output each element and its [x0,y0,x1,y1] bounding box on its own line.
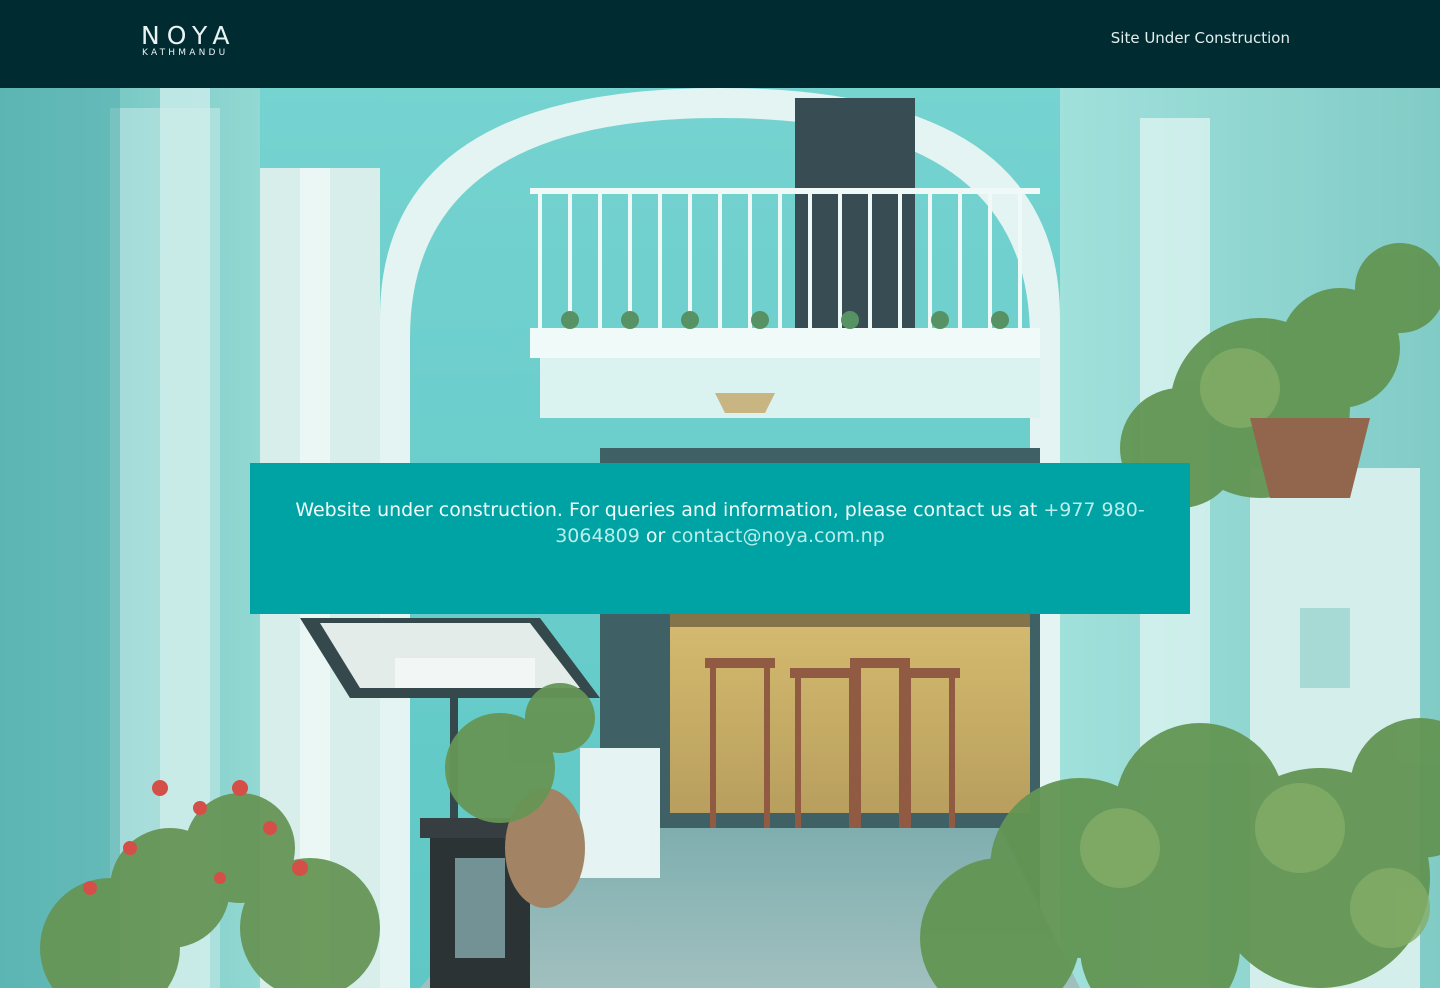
site-logo[interactable]: NOYA KATHMANDU [141,22,237,62]
logo-wordmark: NOYA [141,21,237,50]
logo-subtitle: KATHMANDU [142,48,229,58]
construction-notice: Website under construction. For queries … [250,463,1190,614]
notice-or-text: or [639,525,672,547]
nav-link-site-under-construction[interactable]: Site Under Construction [1111,28,1290,48]
site-header: NOYA KATHMANDU Site Under Construction [0,0,1440,88]
page: NOYA KATHMANDU Site Under Construction W… [0,0,1440,988]
email-link[interactable]: contact@noya.com.np [671,525,884,547]
notice-text: Website under construction. For queries … [295,499,1044,521]
